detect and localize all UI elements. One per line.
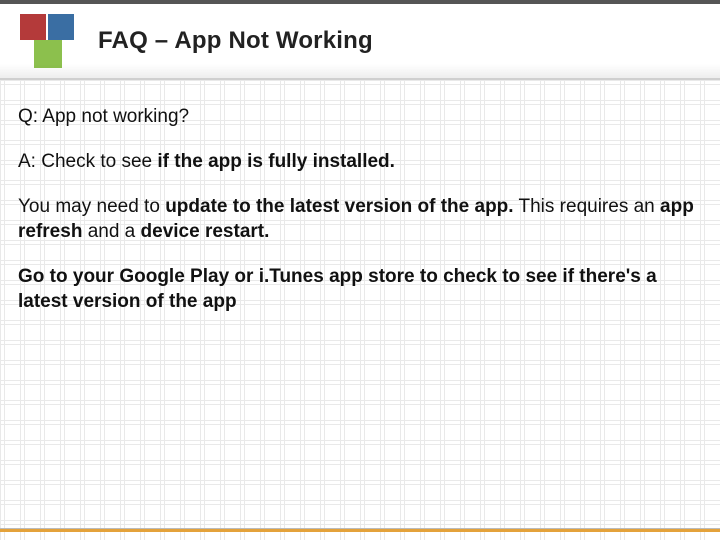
footer-thick-line [0,529,720,532]
p3-bold: Go to your Google Play or i.Tunes app st… [18,266,657,312]
p2-text-c: This requires an [514,196,660,217]
answer-bold: if the app is fully installed. [157,151,395,172]
p2-text-e: and a [82,221,140,242]
logo-icon [14,14,78,68]
faq-answer: A: Check to see if the app is fully inst… [18,149,700,174]
slide-body: Q: App not working? A: Check to see if t… [0,80,720,314]
logo-square-blue [48,14,74,40]
slide-title: FAQ – App Not Working [98,27,373,55]
logo-square-green [34,40,62,68]
p2-bold-f: device restart. [141,221,270,242]
slide-header: FAQ – App Not Working [0,0,720,80]
faq-paragraph-3: Go to your Google Play or i.Tunes app st… [18,264,700,314]
header-shadow [0,64,720,78]
p2-bold-b: update to the latest version of the app. [165,196,513,217]
faq-question: Q: App not working? [18,104,700,129]
footer-divider [0,528,720,532]
answer-text-prefix: A: Check to see [18,151,157,172]
logo-square-red [20,14,46,40]
p2-text-a: You may need to [18,196,165,217]
faq-paragraph-2: You may need to update to the latest ver… [18,194,700,244]
